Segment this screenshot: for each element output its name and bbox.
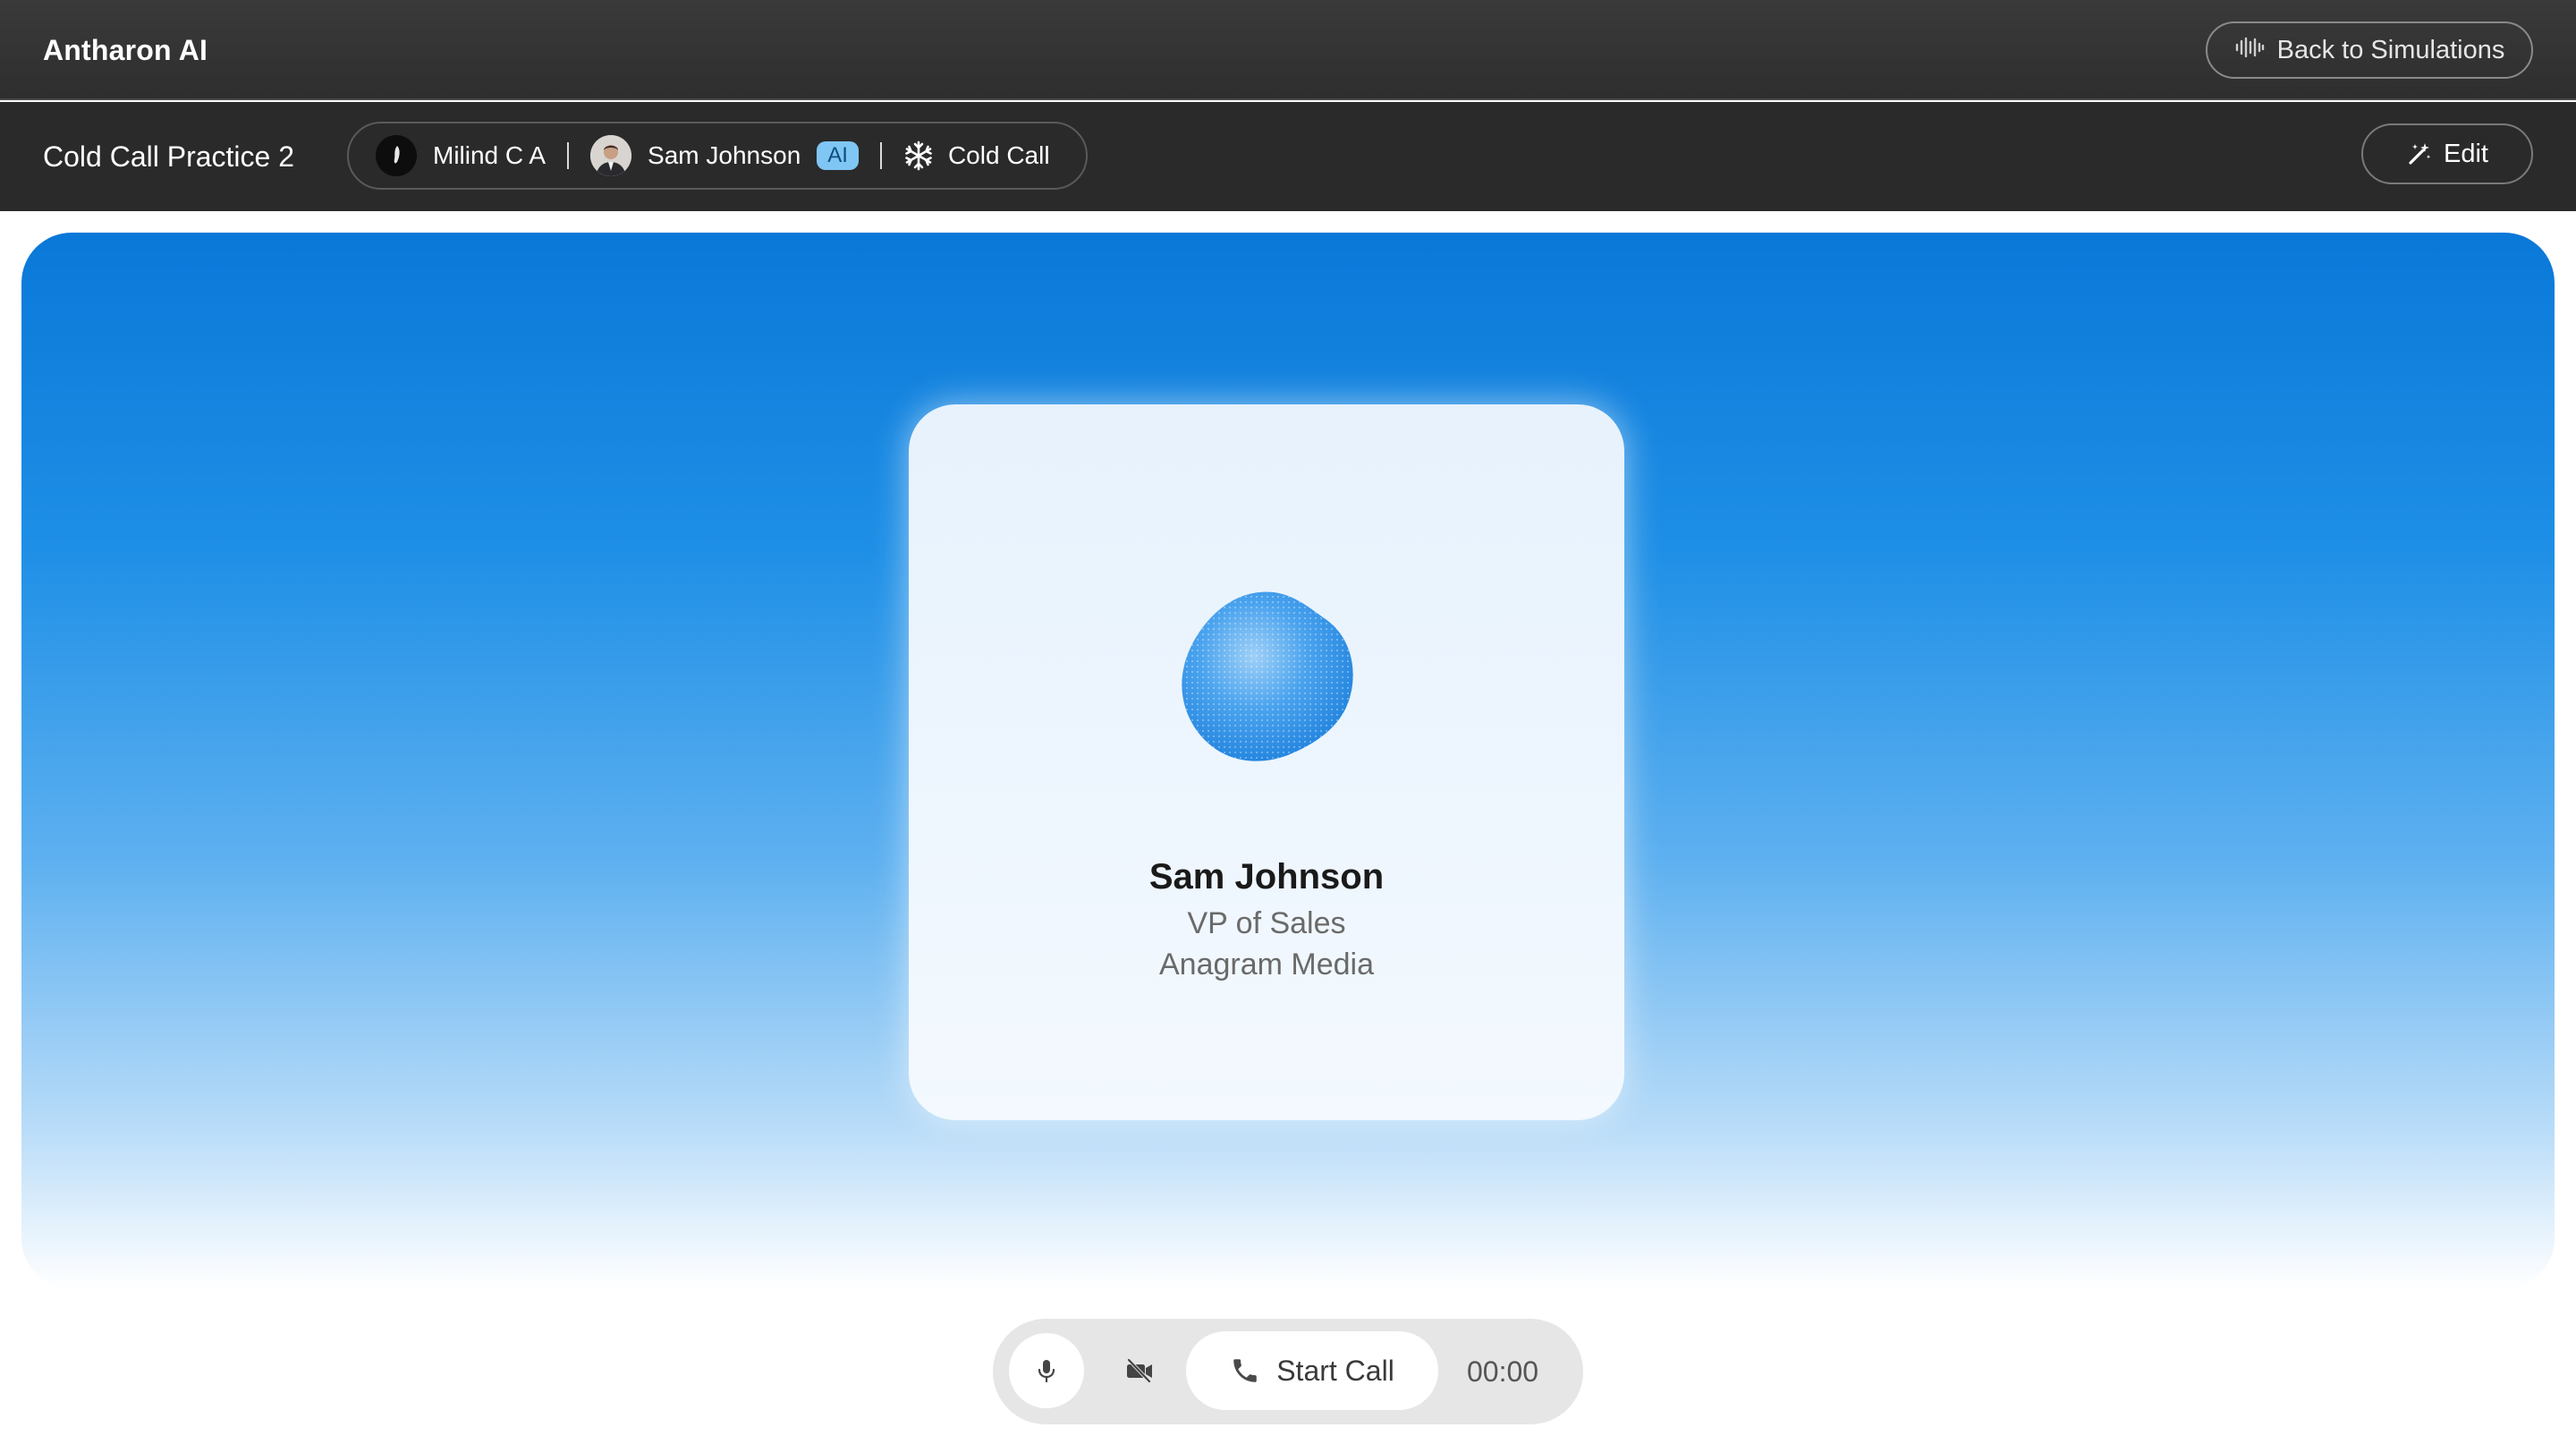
call-timer: 00:00 — [1467, 1355, 1539, 1388]
magic-wand-icon — [2406, 140, 2433, 167]
edit-label: Edit — [2444, 139, 2488, 168]
ai-persona-name: Sam Johnson — [648, 141, 801, 169]
ai-persona-avatar — [590, 135, 632, 176]
simulation-bar: Cold Call Practice 2 Milind C A Sam John… — [0, 102, 2576, 211]
camera-toggle-button[interactable] — [1102, 1333, 1177, 1408]
persona-name: Sam Johnson — [1148, 857, 1385, 896]
back-to-simulations-label: Back to Simulations — [2276, 35, 2505, 64]
phone-icon — [1230, 1355, 1260, 1386]
microphone-icon — [1033, 1357, 1060, 1384]
call-controls: Start Call 00:00 — [993, 1319, 1583, 1424]
start-call-button[interactable]: Start Call — [1186, 1331, 1438, 1410]
back-to-simulations-button[interactable]: Back to Simulations — [2206, 21, 2533, 79]
persona-company: Anagram Media — [1158, 947, 1374, 981]
divider — [879, 142, 882, 169]
waveform-icon — [2234, 36, 2265, 65]
scenario-label: Cold Call — [947, 141, 1050, 169]
top-bar: Antharon AI Back to Simulations — [0, 0, 2576, 100]
microphone-button[interactable] — [1009, 1333, 1084, 1408]
start-call-label: Start Call — [1276, 1354, 1394, 1387]
participants-pill: Milind C A Sam Johnson AI Cold Call — [347, 122, 1088, 190]
edit-button[interactable]: Edit — [2361, 123, 2533, 184]
ai-badge: AI — [817, 141, 859, 170]
user-name: Milind C A — [433, 141, 547, 169]
simulation-title: Cold Call Practice 2 — [43, 140, 294, 173]
brand-logo[interactable]: Antharon AI — [43, 0, 208, 100]
divider — [567, 142, 570, 169]
camera-off-icon — [1124, 1357, 1155, 1384]
ai-orb-icon — [1174, 583, 1360, 769]
user-avatar — [376, 135, 417, 176]
persona-role: VP of Sales — [1187, 906, 1346, 940]
snowflake-icon — [903, 140, 934, 171]
